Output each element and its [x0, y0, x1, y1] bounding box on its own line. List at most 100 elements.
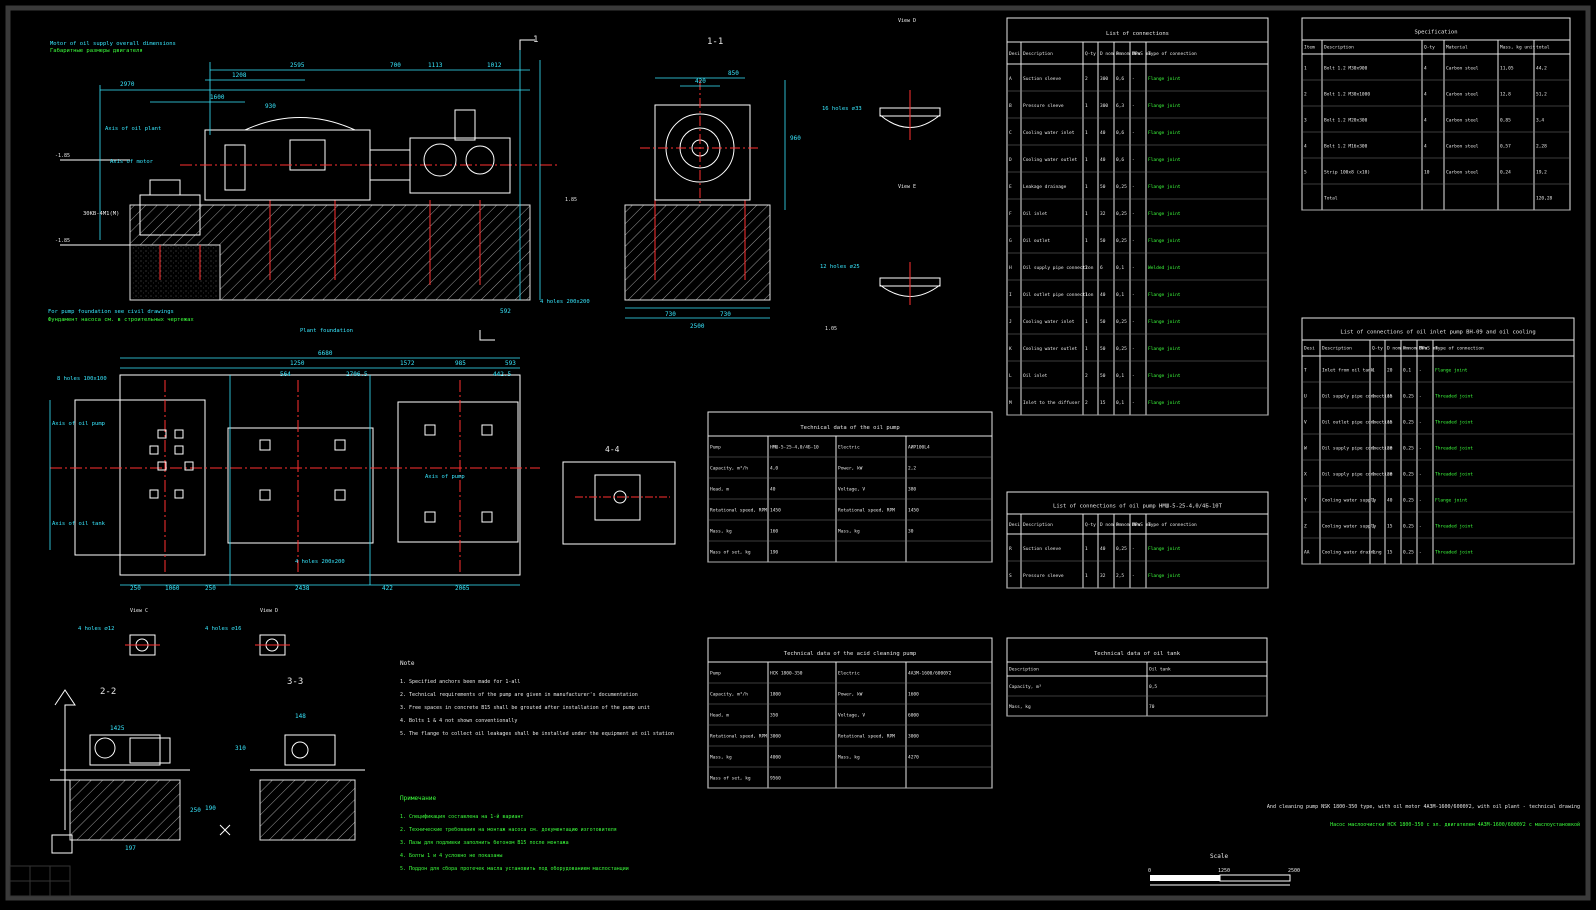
drawing-canvas: 1 1-14-42-23-3View DView EView C View D259…: [5, 5, 1591, 901]
table-header-cell: Material: [1446, 44, 1468, 50]
table-cell: НМШ-5-25-4,0/4Б-10: [770, 445, 819, 451]
table-header-cell: Description: [1322, 346, 1352, 352]
table-cell: B: [1009, 103, 1012, 109]
table-cell: E: [1009, 184, 1012, 190]
table-cell: 0,24: [1500, 170, 1511, 176]
table-cell: 32: [1100, 211, 1106, 217]
dimension-text: 2595: [290, 62, 305, 69]
table-cell: Bolt 1.2 M30x900: [1324, 66, 1368, 72]
table-cell: 40: [1100, 130, 1106, 136]
table-cell: 1600: [908, 692, 919, 698]
table-cell: 380: [908, 487, 916, 493]
table-cell: 2,28: [1536, 144, 1547, 150]
dimension-text: 422: [382, 585, 393, 592]
table-cell: Flange joint: [1148, 546, 1181, 552]
table-cell: -: [1132, 574, 1135, 579]
table-cell: 51,2: [1536, 92, 1547, 98]
table-cell: 4,0: [770, 466, 778, 472]
scale-label: Scale: [1210, 853, 1228, 860]
table-cell: -: [1132, 239, 1135, 244]
table-header-cell: Q-ty: [1424, 44, 1435, 50]
table-cell: 40: [1100, 546, 1106, 552]
section-2-2-view: [50, 689, 190, 854]
table-cell: I: [1009, 292, 1012, 298]
small-hole-views: [125, 634, 290, 656]
title-note-ru: Насос маслоочистки НСК 1800-350 с эл. дв…: [1330, 822, 1580, 828]
table-cell: 1: [1372, 368, 1375, 374]
dimension-text: 1012: [487, 62, 502, 69]
dimension-text: 442.5: [493, 371, 511, 378]
table-cell: 4: [1424, 118, 1427, 124]
table-oil_plant_connections: List of connections of oil inlet pump ВН…: [1301, 317, 1575, 565]
dimension-text: 700: [390, 62, 401, 69]
table-cell: 0,1: [1116, 373, 1124, 379]
dimension-text: 850: [728, 70, 739, 77]
table-cell: 20: [1387, 446, 1393, 452]
table-cell: -: [1132, 293, 1135, 298]
table-cell: 1800: [770, 692, 781, 698]
table-cell: 6: [1100, 265, 1103, 271]
table-cell: 40: [1100, 157, 1106, 163]
dimension-text: 6680: [318, 350, 333, 357]
table-cell: -: [1419, 369, 1422, 374]
table-cell: 0,25: [1403, 420, 1414, 426]
table-cell: Leakage drainage: [1023, 184, 1067, 190]
table-cell: Flange joint: [1435, 498, 1468, 504]
table-cell: -: [1419, 525, 1422, 530]
table-cell: Cooling water supply: [1322, 524, 1376, 530]
table-cell: 6000: [908, 713, 919, 719]
table-cell: Flange joint: [1148, 373, 1181, 379]
dimension-text: 250: [205, 585, 216, 592]
table-cell: Head, m: [710, 487, 729, 493]
note-line: 2. Technical requirements of the pump ar…: [400, 692, 638, 698]
table-cell: 1: [1085, 157, 1088, 163]
table-header-cell: Q-ty: [1085, 522, 1096, 528]
view-d-label: View D: [898, 18, 916, 24]
callout-holes_4a: 4 holes 200x200: [540, 299, 590, 305]
dimension-text: 1250: [290, 360, 305, 367]
table-cell: A: [1009, 76, 1012, 82]
table-cell: 30: [908, 529, 914, 535]
table-cell: U: [1304, 394, 1307, 400]
table-cell: Pressure sleeve: [1023, 573, 1064, 579]
scale-bar: [1150, 874, 1291, 886]
table-cell: 0,85: [1500, 118, 1511, 124]
table-cell: Oil outlet pipe connection: [1322, 420, 1393, 426]
note-ru-line: 5. Поддон для сбора протечек масла устан…: [400, 865, 629, 872]
section-title-2-2: 2-2: [100, 687, 116, 697]
plan-view: [49, 357, 540, 586]
table-cell: Bolt 1.2 M20x300: [1324, 118, 1368, 124]
table-cell: 1: [1085, 573, 1088, 579]
note-ru-line: 4. Болты 1 и 4 условно не показаны: [400, 853, 502, 859]
table-cell: 12,8: [1500, 92, 1511, 98]
table-cell: 1: [1085, 184, 1088, 190]
table-cell: Electric: [838, 671, 860, 677]
table-title: Technical data of the oil pump: [800, 425, 899, 431]
table-cell: Flange joint: [1148, 103, 1181, 109]
table-cell: F: [1009, 211, 1012, 217]
dimension-text: 593: [505, 360, 516, 367]
table-cell: Capacity, m³/h: [710, 466, 748, 472]
table-cell: 2,2: [908, 466, 916, 472]
callout-pump_code: 30КВ-4М1(М): [83, 211, 119, 217]
table-cell: -: [1132, 185, 1135, 190]
table-cell: Cooling water supply: [1322, 498, 1376, 504]
table-cell: Bolt 1.2 M30x1000: [1324, 92, 1370, 98]
dimension-text: 1208: [232, 72, 247, 79]
table-cell: 0,5: [1149, 684, 1157, 690]
table-cell: 20: [1387, 472, 1393, 478]
table-cell: Electric: [838, 445, 860, 451]
table-cell: 15: [1387, 550, 1393, 556]
table-cell: Bolt 1.2 M16x300: [1324, 144, 1368, 150]
table-cell: 1: [1085, 346, 1088, 352]
table-cell: -: [1132, 212, 1135, 217]
scale-tick: 0: [1148, 868, 1151, 874]
table-cell: Carbon steel: [1446, 118, 1479, 124]
note-line: 1. Specified anchors been made for 1-all: [400, 679, 520, 685]
table-cell: 300: [1100, 103, 1108, 109]
table-cell: Pump: [710, 445, 721, 451]
section-4-4-view: [562, 461, 676, 545]
section-marker-1: 1: [533, 35, 538, 45]
table-cell: -: [1419, 421, 1422, 426]
table-cell: Mass, kg: [710, 755, 732, 761]
